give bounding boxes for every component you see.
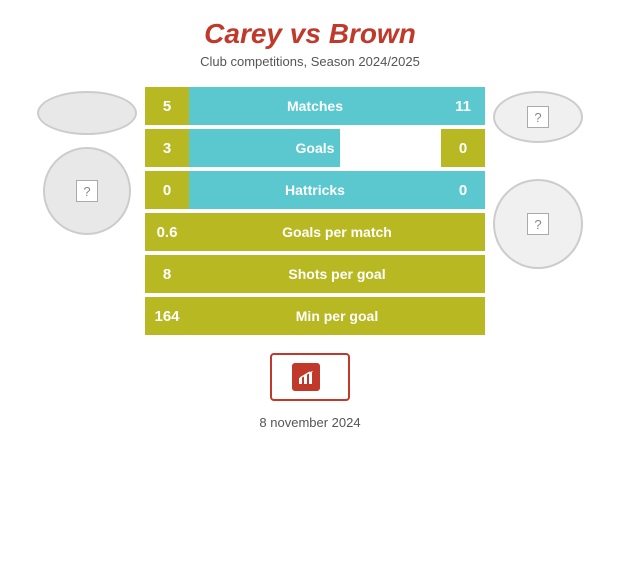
- left-avatar-top: [37, 91, 137, 135]
- logo-section: 8 november 2024: [259, 353, 360, 430]
- stat-row-goals: 3 Goals 0: [145, 129, 485, 167]
- stats-panel: 5 Matches 11 3 Goals 0 0 Hattricks 0: [145, 87, 485, 335]
- goals-right: 0: [441, 129, 485, 167]
- goals-label: Goals: [189, 140, 441, 156]
- left-avatar-icon: ?: [76, 180, 98, 202]
- gpm-label: Goals per match: [189, 213, 485, 251]
- gpm-left: 0.6: [145, 213, 189, 251]
- page-subtitle: Club competitions, Season 2024/2025: [200, 54, 420, 69]
- matches-label: Matches: [189, 87, 441, 125]
- matches-right: 11: [441, 87, 485, 125]
- hattricks-label: Hattricks: [189, 171, 441, 209]
- page-title: Carey vs Brown: [204, 18, 416, 50]
- spg-label: Shots per goal: [189, 255, 485, 293]
- logo-icon: [292, 363, 320, 391]
- right-avatar-top: ?: [493, 91, 583, 143]
- left-avatar-round: ?: [43, 147, 131, 235]
- main-content: ? 5 Matches 11 3 Goals 0 0: [0, 87, 620, 335]
- stat-row-hattricks: 0 Hattricks 0: [145, 171, 485, 209]
- right-avatars: ? ?: [493, 87, 583, 269]
- matches-left: 5: [145, 87, 189, 125]
- goals-left: 3: [145, 129, 189, 167]
- left-avatars: ?: [37, 87, 137, 235]
- mpg-label: Min per goal: [189, 297, 485, 335]
- stat-row-matches: 5 Matches 11: [145, 87, 485, 125]
- right-avatar-round-icon: ?: [527, 213, 549, 235]
- goals-label-area: Goals: [189, 129, 441, 167]
- date-text: 8 november 2024: [259, 415, 360, 430]
- stat-row-spg: 8 Shots per goal: [145, 255, 485, 293]
- mpg-left: 164: [145, 297, 189, 335]
- page-container: Carey vs Brown Club competitions, Season…: [0, 0, 620, 580]
- hattricks-left: 0: [145, 171, 189, 209]
- stat-row-mpg: 164 Min per goal: [145, 297, 485, 335]
- spg-left: 8: [145, 255, 189, 293]
- stat-row-gpm: 0.6 Goals per match: [145, 213, 485, 251]
- logo-box: [270, 353, 350, 401]
- right-avatar-top-icon: ?: [527, 106, 549, 128]
- hattricks-right: 0: [441, 171, 485, 209]
- right-avatar-round: ?: [493, 179, 583, 269]
